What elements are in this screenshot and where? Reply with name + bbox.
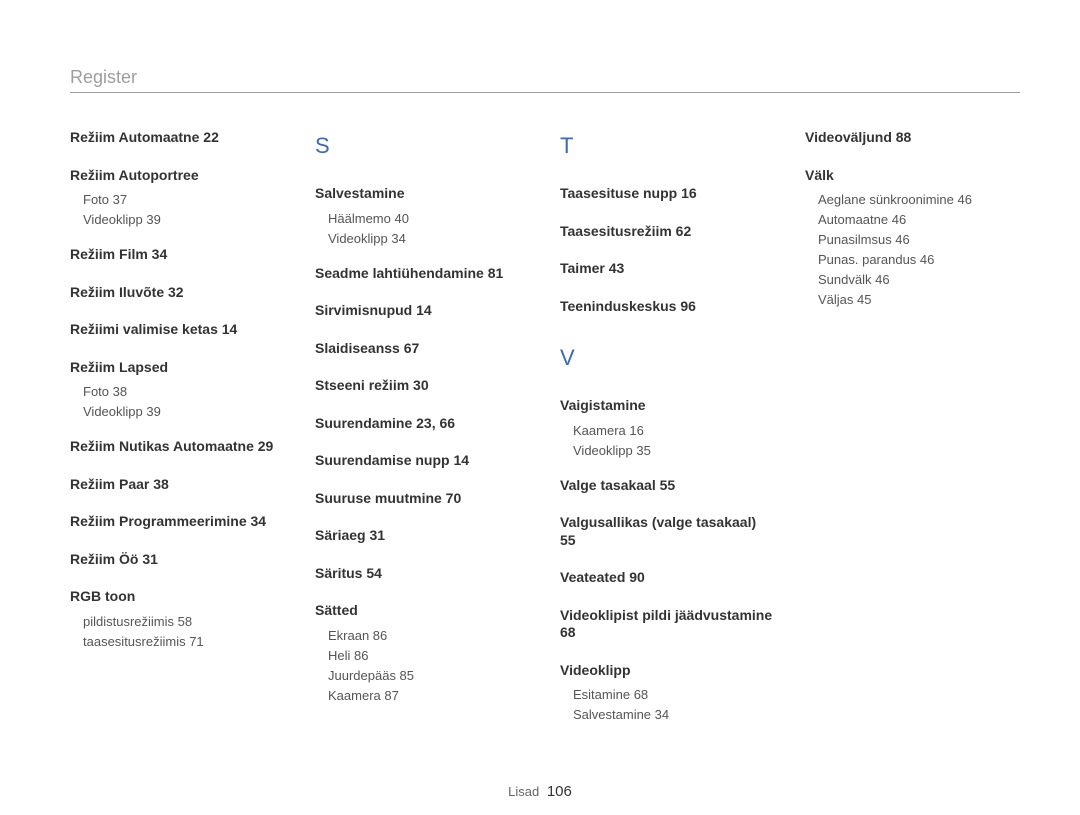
entry: Säritus 54 xyxy=(315,565,530,583)
entry: Videoväljund 88 xyxy=(805,129,1020,147)
subentry: Foto 37 xyxy=(70,193,285,206)
subentry: Esitamine 68 xyxy=(560,688,775,701)
entry: Stseeni režiim 30 xyxy=(315,377,530,395)
subentry: Automaatne 46 xyxy=(805,213,1020,226)
subentry: Videoklipp 39 xyxy=(70,213,285,226)
entry: Suuruse muutmine 70 xyxy=(315,490,530,508)
entry: Sätted xyxy=(315,602,530,620)
entry: Režiim Programmeerimine 34 xyxy=(70,513,285,531)
column-4: Videoväljund 88 Välk Aeglane sünkroonimi… xyxy=(805,129,1020,741)
column-2: S Salvestamine Häälmemo 40 Videoklipp 34… xyxy=(315,129,530,741)
entry: Režiim Autoportree xyxy=(70,167,285,185)
entry: Veateated 90 xyxy=(560,569,775,587)
entry: Slaidiseanss 67 xyxy=(315,340,530,358)
entry: Sirvimisnupud 14 xyxy=(315,302,530,320)
subentry: Punasilmsus 46 xyxy=(805,233,1020,246)
entry: Režiim Lapsed xyxy=(70,359,285,377)
entry: Valge tasakaal 55 xyxy=(560,477,775,495)
subentry: Aeglane sünkroonimine 46 xyxy=(805,193,1020,206)
entry: Režiim Automaatne 22 xyxy=(70,129,285,147)
entry: Teeninduskeskus 96 xyxy=(560,298,775,316)
entry: Režiim Paar 38 xyxy=(70,476,285,494)
letter-heading-t: T xyxy=(560,135,775,157)
subentry: Heli 86 xyxy=(315,649,530,662)
subentry: Kaamera 87 xyxy=(315,689,530,702)
entry: Režiim Film 34 xyxy=(70,246,285,264)
subentry: Punas. parandus 46 xyxy=(805,253,1020,266)
entry: Välk xyxy=(805,167,1020,185)
subentry: Videoklipp 39 xyxy=(70,405,285,418)
entry: Režiim Öö 31 xyxy=(70,551,285,569)
subentry: Videoklipp 34 xyxy=(315,232,530,245)
entry: Vaigistamine xyxy=(560,397,775,415)
entry: Režiimi valimise ketas 14 xyxy=(70,321,285,339)
page-number: 106 xyxy=(547,783,572,800)
subentry: Salvestamine 34 xyxy=(560,708,775,721)
entry: Videoklipp xyxy=(560,662,775,680)
index-columns: Režiim Automaatne 22 Režiim Autoportree … xyxy=(70,129,1020,741)
subentry: pildistusrežiimis 58 xyxy=(70,615,285,628)
subentry: Häälmemo 40 xyxy=(315,212,530,225)
entry: Seadme lahtiühendamine 81 xyxy=(315,265,530,283)
entry: RGB toon xyxy=(70,588,285,606)
subentry: Juurdepääs 85 xyxy=(315,669,530,682)
column-1: Režiim Automaatne 22 Režiim Autoportree … xyxy=(70,129,285,741)
subentry: Videoklipp 35 xyxy=(560,444,775,457)
footer: Lisad 106 xyxy=(0,784,1080,799)
entry: Taasesitusrežiim 62 xyxy=(560,223,775,241)
subentry: Sundvälk 46 xyxy=(805,273,1020,286)
entry: Suurendamine 23, 66 xyxy=(315,415,530,433)
entry: Salvestamine xyxy=(315,185,530,203)
footer-label: Lisad xyxy=(508,784,539,799)
entry: Suurendamise nupp 14 xyxy=(315,452,530,470)
subentry: taasesitusrežiimis 71 xyxy=(70,635,285,648)
subentry: Ekraan 86 xyxy=(315,629,530,642)
page-title: Register xyxy=(70,68,1020,93)
entry: Režiim Nutikas Automaatne 29 xyxy=(70,438,285,456)
entry: Säriaeg 31 xyxy=(315,527,530,545)
letter-heading-v: V xyxy=(560,347,775,369)
entry: Videoklipist pildi jäädvustamine 68 xyxy=(560,607,775,642)
letter-heading-s: S xyxy=(315,135,530,157)
entry: Valgusallikas (valge tasakaal) 55 xyxy=(560,514,775,549)
entry: Taimer 43 xyxy=(560,260,775,278)
subentry: Väljas 45 xyxy=(805,293,1020,306)
entry: Režiim Iluvõte 32 xyxy=(70,284,285,302)
column-3: T Taasesituse nupp 16 Taasesitusrežiim 6… xyxy=(560,129,775,741)
subentry: Kaamera 16 xyxy=(560,424,775,437)
entry: Taasesituse nupp 16 xyxy=(560,185,775,203)
subentry: Foto 38 xyxy=(70,385,285,398)
